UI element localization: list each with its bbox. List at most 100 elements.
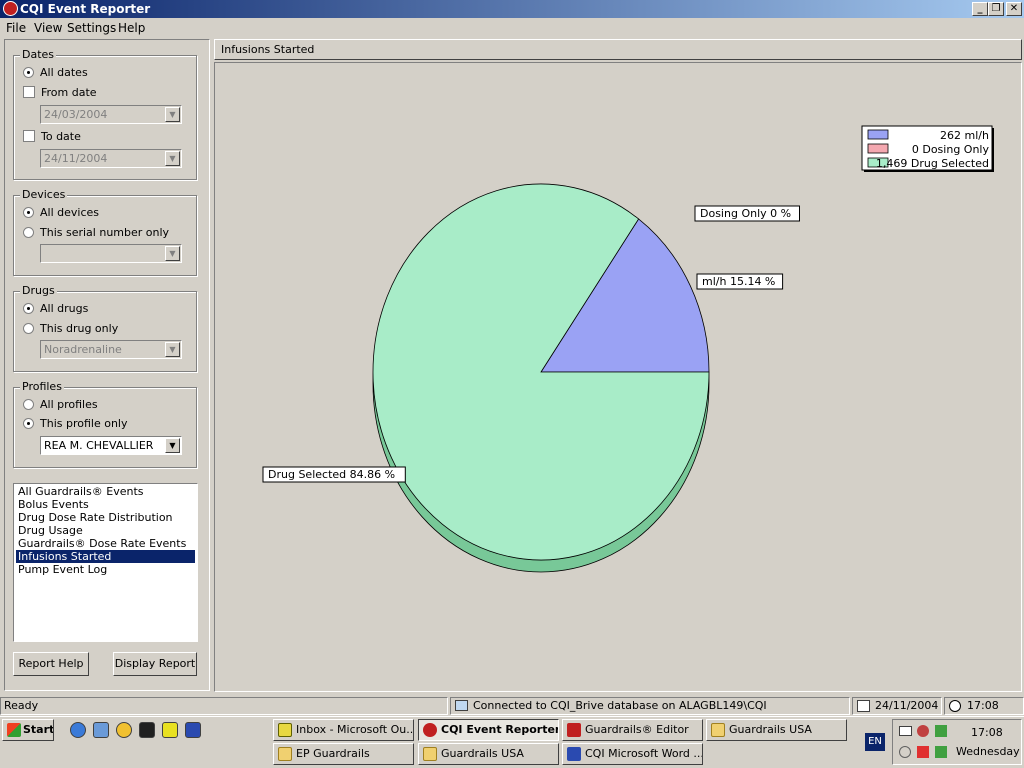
legend-swatch xyxy=(867,129,889,140)
clock-icon xyxy=(949,700,961,712)
to-date-picker[interactable]: 24/11/2004 ▼ xyxy=(40,149,182,168)
task-guardrails-usa[interactable]: Guardrails USA xyxy=(706,719,847,741)
chevron-down-icon[interactable]: ▼ xyxy=(165,107,180,122)
list-item[interactable]: Pump Event Log xyxy=(16,563,195,576)
app-icon xyxy=(3,1,18,16)
word-icon xyxy=(567,747,581,761)
menu-file[interactable]: File xyxy=(6,21,26,35)
tray-clock-time[interactable]: 17:08 xyxy=(971,726,1003,739)
task-cqi-word[interactable]: CQI Microsoft Word ... xyxy=(562,743,703,765)
outlook-express-icon[interactable] xyxy=(93,722,109,738)
data-label-drug-selected: Drug Selected 84.86 % xyxy=(268,468,395,481)
outlook-icon[interactable] xyxy=(162,722,178,738)
serial-number-radio[interactable]: This serial number only xyxy=(23,226,169,240)
connection-text: Connected to CQI_Brive database on ALAGB… xyxy=(473,699,767,712)
serial-number-select[interactable]: ▼ xyxy=(40,244,182,263)
computer-icon xyxy=(455,700,468,711)
chevron-down-icon[interactable]: ▼ xyxy=(165,342,180,357)
task-guardrails-editor[interactable]: Guardrails® Editor xyxy=(562,719,703,741)
all-devices-radio[interactable]: All devices xyxy=(23,206,99,220)
security-icon[interactable] xyxy=(935,746,947,758)
devices-group-title: Devices xyxy=(20,188,68,202)
chart-area: Dosing Only 0 % ml/h 15.14 % Drug Selected… xyxy=(214,62,1022,692)
restore-button[interactable]: ❐ xyxy=(988,2,1004,16)
window-title: CQI Event Reporter xyxy=(20,2,151,16)
calendar-icon xyxy=(857,700,870,712)
profiles-group: Profiles All profiles This profile only … xyxy=(13,380,197,468)
status-ready: Ready xyxy=(0,697,448,715)
outlook-icon xyxy=(278,723,292,737)
windows-logo-icon xyxy=(7,723,21,737)
list-item-selected[interactable]: Infusions Started xyxy=(16,550,195,563)
all-drugs-radio[interactable]: All drugs xyxy=(23,302,88,316)
from-date-value: 24/03/2004 xyxy=(44,108,108,121)
from-date-checkbox[interactable]: From date xyxy=(23,86,97,100)
close-button[interactable]: ✕ xyxy=(1006,2,1022,16)
volume-icon[interactable] xyxy=(899,746,911,758)
all-profiles-label: All profiles xyxy=(40,398,98,411)
radio-selected-icon xyxy=(23,67,34,78)
chevron-down-icon[interactable]: ▼ xyxy=(165,246,180,261)
from-date-picker[interactable]: 24/03/2004 ▼ xyxy=(40,105,182,124)
system-tray: 17:08 Wednesday xyxy=(892,719,1022,765)
display-report-button[interactable]: Display Report xyxy=(113,652,197,676)
mail-icon[interactable] xyxy=(899,726,912,736)
profiles-group-title: Profiles xyxy=(20,380,64,394)
menu-view[interactable]: View xyxy=(34,21,62,35)
drug-select[interactable]: Noradrenaline ▼ xyxy=(40,340,182,359)
pie-chart: Dosing Only 0 % ml/h 15.14 % Drug Selected… xyxy=(262,125,994,573)
profile-select[interactable]: REA M. CHEVALLIER ▼ xyxy=(40,436,182,455)
drug-value: Noradrenaline xyxy=(44,343,122,356)
guardrails-icon xyxy=(567,723,581,737)
list-item[interactable]: Drug Dose Rate Distribution xyxy=(16,511,195,524)
checkbox-icon xyxy=(23,130,35,142)
radio-icon xyxy=(23,323,34,334)
language-indicator[interactable]: EN xyxy=(865,733,885,751)
this-drug-label: This drug only xyxy=(40,322,119,335)
devices-group: Devices All devices This serial number o… xyxy=(13,188,197,276)
list-item[interactable]: Guardrails® Dose Rate Events xyxy=(16,537,195,550)
folder-icon xyxy=(278,747,292,761)
command-prompt-icon[interactable] xyxy=(139,722,155,738)
start-button[interactable]: Start xyxy=(2,719,54,741)
internet-explorer-icon[interactable] xyxy=(70,722,86,738)
task-cqi-event-reporter[interactable]: CQI Event Reporter xyxy=(418,719,559,741)
task-ep-guardrails[interactable]: EP Guardrails xyxy=(273,743,414,765)
report-title: Infusions Started xyxy=(221,43,315,56)
drugs-group: Drugs All drugs This drug only Noradrena… xyxy=(13,284,197,372)
chevron-down-icon[interactable]: ▼ xyxy=(165,438,180,453)
time-text: 17:08 xyxy=(967,699,999,712)
report-list[interactable]: All Guardrails® Events Bolus Events Drug… xyxy=(13,483,198,642)
task-inbox[interactable]: Inbox - Microsoft Ou... xyxy=(273,719,414,741)
radio-icon xyxy=(23,227,34,238)
all-dates-label: All dates xyxy=(40,66,88,79)
tray-clock-day[interactable]: Wednesday xyxy=(956,745,1020,758)
task-guardrails-usa-2[interactable]: Guardrails USA xyxy=(418,743,559,765)
task-label: Guardrails USA xyxy=(441,747,524,760)
all-drugs-label: All drugs xyxy=(40,302,89,315)
task-label: EP Guardrails xyxy=(296,747,370,760)
menu-settings[interactable]: Settings xyxy=(67,21,116,35)
list-item[interactable]: Bolus Events xyxy=(16,498,195,511)
this-drug-radio[interactable]: This drug only xyxy=(23,322,118,336)
word-icon[interactable] xyxy=(185,722,201,738)
network-icon[interactable] xyxy=(917,725,929,737)
to-date-checkbox[interactable]: To date xyxy=(23,130,81,144)
list-item[interactable]: Drug Usage xyxy=(16,524,195,537)
antivirus-icon[interactable] xyxy=(917,746,929,758)
this-profile-radio[interactable]: This profile only xyxy=(23,417,127,431)
chevron-down-icon[interactable]: ▼ xyxy=(165,151,180,166)
report-help-button[interactable]: Report Help xyxy=(13,652,89,676)
radio-selected-icon xyxy=(23,207,34,218)
date-text: 24/11/2004 xyxy=(875,699,939,712)
tray-app-icon[interactable] xyxy=(935,725,947,737)
menu-help[interactable]: Help xyxy=(118,21,145,35)
this-profile-label: This profile only xyxy=(40,417,128,430)
list-item[interactable]: All Guardrails® Events xyxy=(16,485,195,498)
all-profiles-radio[interactable]: All profiles xyxy=(23,398,98,412)
status-time: 17:08 xyxy=(944,697,1024,715)
media-player-icon[interactable] xyxy=(116,722,132,738)
title-bar: CQI Event Reporter _ ❐ ✕ xyxy=(0,0,1024,18)
minimize-button[interactable]: _ xyxy=(972,2,988,16)
all-dates-radio[interactable]: All dates xyxy=(23,66,88,80)
